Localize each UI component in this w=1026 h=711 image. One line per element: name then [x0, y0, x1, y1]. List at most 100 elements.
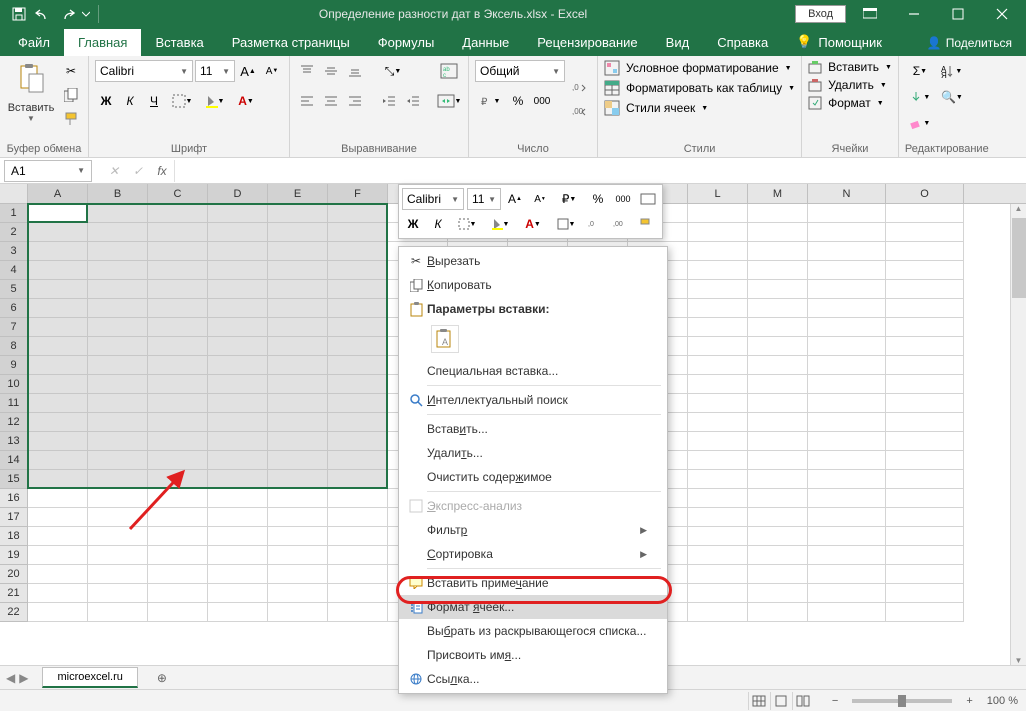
fill-color-icon[interactable]: ▼ [199, 90, 229, 112]
cell[interactable] [688, 242, 748, 261]
cell[interactable] [886, 432, 964, 451]
font-size-select[interactable]: 11▼ [195, 60, 235, 82]
cell[interactable] [148, 527, 208, 546]
cell[interactable] [328, 432, 388, 451]
cell[interactable] [268, 527, 328, 546]
cell[interactable] [148, 508, 208, 527]
decrease-indent-icon[interactable] [378, 90, 400, 112]
cell[interactable] [328, 527, 388, 546]
cell[interactable] [28, 508, 88, 527]
mini-borders-icon[interactable]: ▼ [452, 213, 482, 235]
cell[interactable] [688, 546, 748, 565]
cell[interactable] [808, 223, 886, 242]
row-header[interactable]: 19 [0, 546, 28, 565]
cell[interactable] [808, 299, 886, 318]
cell[interactable] [88, 356, 148, 375]
orientation-icon[interactable]: ⤡▼ [378, 60, 408, 82]
cell[interactable] [268, 318, 328, 337]
cell[interactable] [748, 242, 808, 261]
number-format-select[interactable]: Общий▼ [475, 60, 565, 82]
cell[interactable] [688, 470, 748, 489]
cell[interactable] [148, 470, 208, 489]
row-header[interactable]: 16 [0, 489, 28, 508]
cell[interactable] [688, 337, 748, 356]
cell[interactable] [886, 603, 964, 622]
cell[interactable] [688, 413, 748, 432]
cell-styles-button[interactable]: Стили ячеек▼ [604, 100, 795, 116]
paste-option-values[interactable]: A [431, 325, 459, 353]
cell[interactable] [28, 375, 88, 394]
cell[interactable] [688, 204, 748, 223]
cell[interactable] [268, 413, 328, 432]
ctx-copy[interactable]: Копировать [399, 273, 667, 297]
row-header[interactable]: 1 [0, 204, 28, 223]
cell[interactable] [688, 280, 748, 299]
qat-more-icon[interactable] [80, 3, 92, 25]
cell[interactable] [268, 280, 328, 299]
align-middle-icon[interactable] [320, 60, 342, 82]
cell[interactable] [886, 584, 964, 603]
ctx-define-name[interactable]: Присвоить имя... [399, 643, 667, 667]
cell[interactable] [808, 489, 886, 508]
cell[interactable] [328, 280, 388, 299]
mini-inc-dec-icon[interactable]: ,0 [584, 213, 606, 235]
select-all-corner[interactable] [0, 184, 28, 203]
zoom-slider[interactable] [852, 699, 952, 703]
cell[interactable] [748, 432, 808, 451]
ctx-format-cells[interactable]: Формат ячеек... [399, 595, 667, 619]
cell[interactable] [808, 470, 886, 489]
cell[interactable] [88, 565, 148, 584]
cell[interactable] [88, 470, 148, 489]
row-header[interactable]: 17 [0, 508, 28, 527]
format-as-table-button[interactable]: Форматировать как таблицу▼ [604, 80, 795, 96]
sheet-nav[interactable]: ◀▶ [0, 671, 34, 685]
cell[interactable] [148, 394, 208, 413]
copy-icon[interactable] [60, 84, 82, 106]
cell[interactable] [688, 394, 748, 413]
cell[interactable] [688, 489, 748, 508]
ctx-smart-lookup[interactable]: Интеллектуальный поиск [399, 388, 667, 412]
cell[interactable] [688, 603, 748, 622]
column-header[interactable]: D [208, 184, 268, 203]
fx-icon[interactable]: fx [150, 160, 174, 182]
cell[interactable] [88, 413, 148, 432]
column-header[interactable]: N [808, 184, 886, 203]
cell[interactable] [886, 508, 964, 527]
ctx-clear[interactable]: Очистить содержимое [399, 465, 667, 489]
cell[interactable] [808, 261, 886, 280]
cell[interactable] [328, 394, 388, 413]
autosum-icon[interactable]: Σ▼ [905, 60, 935, 82]
row-header[interactable]: 22 [0, 603, 28, 622]
save-icon[interactable] [8, 3, 30, 25]
cell[interactable] [886, 527, 964, 546]
cell[interactable] [688, 223, 748, 242]
cell[interactable] [328, 356, 388, 375]
cut-icon[interactable]: ✂ [60, 60, 82, 82]
cell[interactable] [88, 489, 148, 508]
row-header[interactable]: 20 [0, 565, 28, 584]
cell[interactable] [886, 565, 964, 584]
cell[interactable] [88, 375, 148, 394]
cell[interactable] [148, 565, 208, 584]
cell[interactable] [88, 204, 148, 223]
close-icon[interactable] [982, 0, 1022, 28]
increase-decimal-icon[interactable]: ,0 [569, 77, 591, 99]
cell[interactable] [88, 318, 148, 337]
cell[interactable] [748, 204, 808, 223]
ctx-paste-special[interactable]: Специальная вставка... [399, 359, 667, 383]
ctx-insert[interactable]: Вставить... [399, 417, 667, 441]
cell[interactable] [886, 318, 964, 337]
cell[interactable] [268, 375, 328, 394]
cell[interactable] [688, 527, 748, 546]
row-header[interactable]: 5 [0, 280, 28, 299]
cell[interactable] [208, 337, 268, 356]
mini-comma-icon[interactable]: 000 [612, 188, 634, 210]
cell[interactable] [688, 356, 748, 375]
cell[interactable] [208, 451, 268, 470]
cell[interactable] [688, 261, 748, 280]
cell[interactable] [88, 394, 148, 413]
mini-increase-font-icon[interactable]: A▲ [504, 188, 526, 210]
cell[interactable] [268, 565, 328, 584]
mini-format-painter-icon[interactable] [634, 213, 656, 235]
cell[interactable] [808, 394, 886, 413]
